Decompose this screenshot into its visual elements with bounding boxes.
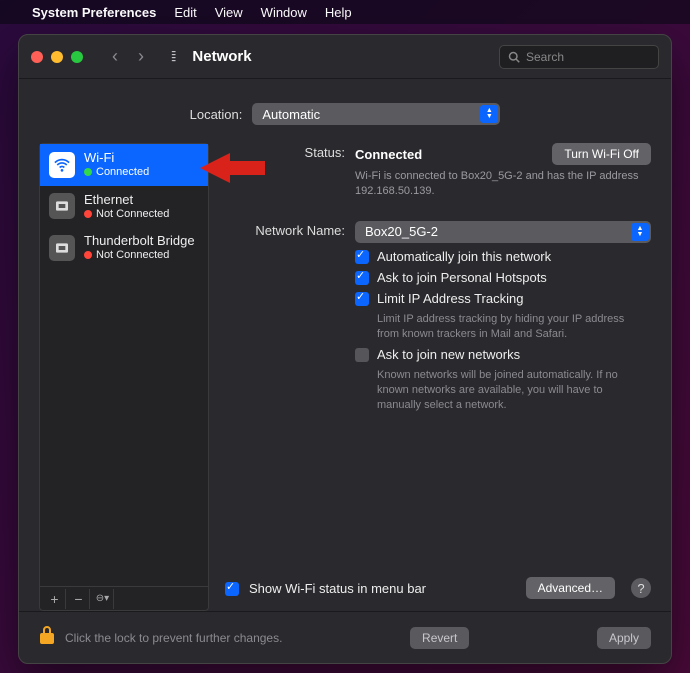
interfaces-sidebar: Wi-Fi Connected Ethernet Not Connected [39, 143, 209, 611]
status-dot-icon [84, 168, 92, 176]
personal-hotspot-label: Ask to join Personal Hotspots [377, 270, 547, 285]
menu-help[interactable]: Help [325, 5, 352, 20]
status-dot-icon [84, 210, 92, 218]
back-button[interactable]: ‹ [103, 46, 127, 68]
auto-join-checkbox[interactable] [355, 250, 369, 264]
help-button[interactable]: ? [631, 578, 651, 598]
revert-button[interactable]: Revert [410, 627, 469, 649]
window-title: Network [192, 48, 251, 65]
wifi-toggle-button[interactable]: Turn Wi-Fi Off [552, 143, 651, 165]
interface-actions-menu[interactable]: ⊖▾ [92, 589, 114, 609]
forward-button[interactable]: › [129, 46, 153, 68]
show-all-button[interactable]: ⦙⦙⦙ [171, 48, 174, 65]
popup-arrows-icon: ▲▼ [631, 223, 649, 241]
apply-button[interactable]: Apply [597, 627, 651, 649]
auto-join-label: Automatically join this network [377, 249, 551, 264]
ask-join-checkbox[interactable] [355, 348, 369, 362]
close-button[interactable] [31, 51, 43, 63]
ask-join-description: Known networks will be joined automatica… [377, 368, 647, 413]
advanced-button[interactable]: Advanced… [526, 577, 615, 599]
status-description: Wi-Fi is connected to Box20_5G-2 and has… [355, 169, 651, 199]
status-value: Connected [355, 147, 422, 162]
sidebar-item-thunderbolt[interactable]: Thunderbolt Bridge Not Connected [40, 227, 208, 269]
search-field[interactable]: Search [499, 45, 659, 69]
interface-status: Not Connected [96, 208, 169, 221]
network-name-popup[interactable]: Box20_5G-2 ▲▼ [355, 221, 651, 243]
limit-ip-checkbox[interactable] [355, 292, 369, 306]
menu-window[interactable]: Window [261, 5, 307, 20]
status-label: Status: [225, 143, 345, 199]
window-controls [31, 51, 83, 63]
add-interface-button[interactable]: + [44, 589, 66, 609]
lock-icon[interactable] [39, 625, 55, 650]
app-menu[interactable]: System Preferences [32, 5, 156, 20]
show-status-checkbox[interactable] [225, 582, 239, 596]
location-row: Location: Automatic ▲▼ [39, 103, 651, 125]
prefs-window: ‹ › ⦙⦙⦙ Network Search Location: Automat… [18, 34, 672, 664]
menubar: System Preferences Edit View Window Help [0, 0, 690, 24]
thunderbolt-icon [49, 235, 75, 261]
status-dot-icon [84, 251, 92, 259]
popup-arrows-icon: ▲▼ [480, 105, 498, 123]
interface-name: Wi-Fi [84, 151, 149, 166]
sidebar-item-ethernet[interactable]: Ethernet Not Connected [40, 186, 208, 228]
ask-join-label: Ask to join new networks [377, 347, 520, 362]
window-footer: Click the lock to prevent further change… [19, 611, 671, 663]
interface-status: Not Connected [96, 249, 169, 262]
menu-edit[interactable]: Edit [174, 5, 196, 20]
search-icon [508, 51, 520, 63]
ethernet-icon [49, 193, 75, 219]
minimize-button[interactable] [51, 51, 63, 63]
network-name-label: Network Name: [225, 221, 345, 419]
location-label: Location: [190, 107, 243, 122]
zoom-button[interactable] [71, 51, 83, 63]
toolbar: ‹ › ⦙⦙⦙ Network Search [19, 35, 671, 79]
network-name-value: Box20_5G-2 [365, 224, 438, 239]
location-value: Automatic [262, 107, 320, 122]
interface-name: Ethernet [84, 193, 169, 208]
search-placeholder: Search [526, 50, 564, 64]
sidebar-footer: + − ⊖▾ [40, 586, 208, 610]
detail-pane: Status: Connected Turn Wi-Fi Off Wi-Fi i… [225, 143, 651, 611]
personal-hotspot-checkbox[interactable] [355, 271, 369, 285]
lock-text: Click the lock to prevent further change… [65, 631, 282, 645]
show-status-label: Show Wi-Fi status in menu bar [249, 581, 426, 596]
interface-status: Connected [96, 166, 149, 179]
limit-ip-label: Limit IP Address Tracking [377, 291, 523, 306]
interface-name: Thunderbolt Bridge [84, 234, 195, 249]
location-popup[interactable]: Automatic ▲▼ [252, 103, 500, 125]
sidebar-item-wifi[interactable]: Wi-Fi Connected [40, 144, 208, 186]
remove-interface-button[interactable]: − [68, 589, 90, 609]
wifi-icon [49, 152, 75, 178]
limit-ip-description: Limit IP address tracking by hiding your… [377, 312, 647, 342]
menu-view[interactable]: View [215, 5, 243, 20]
